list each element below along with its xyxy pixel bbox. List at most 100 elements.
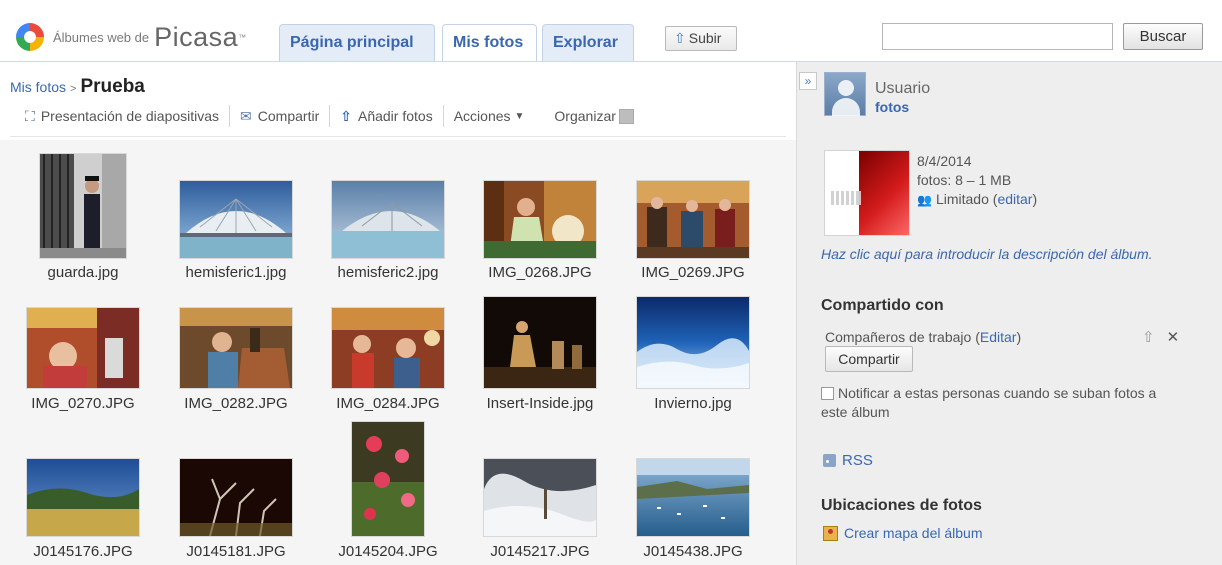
tab-pagina-principal[interactable]: Página principal xyxy=(279,24,435,61)
create-map-link[interactable]: Crear mapa del álbum xyxy=(823,525,983,541)
photo-item[interactable]: IMG_0284.JPG xyxy=(313,282,463,420)
photo-caption[interactable]: IMG_0268.JPG xyxy=(465,264,615,281)
logo-subtitle: Álbumes web de xyxy=(53,29,150,45)
close-icon[interactable]: ✕ xyxy=(1167,329,1180,346)
user-name[interactable]: Usuario xyxy=(875,80,930,98)
organize-button[interactable]: Organizar xyxy=(534,104,643,128)
organize-label: Organizar xyxy=(554,108,616,124)
photo-thumbnail[interactable] xyxy=(27,459,139,536)
search-button[interactable]: Buscar xyxy=(1123,23,1203,50)
photo-item[interactable]: J0145204.JPG xyxy=(313,422,463,565)
logo-trademark: ™ xyxy=(238,32,247,42)
album-sidebar: » Usuario fotos 8/4/2014 fotos: 8 – 1 MB… xyxy=(796,62,1222,565)
photo-caption[interactable]: IMG_0269.JPG xyxy=(618,264,768,281)
photo-thumbnail[interactable] xyxy=(637,181,749,258)
notify-checkbox[interactable] xyxy=(821,387,834,400)
shared-group-name: Compañeros de trabajo xyxy=(825,329,972,345)
photo-caption[interactable]: IMG_0282.JPG xyxy=(161,395,311,412)
photo-caption[interactable]: J0145204.JPG xyxy=(313,543,463,560)
photo-caption[interactable]: IMG_0284.JPG xyxy=(313,395,463,412)
album-main: Mis fotos > Prueba ⛶ Presentación de diapos… xyxy=(0,62,796,565)
rss-icon xyxy=(823,454,836,467)
breadcrumb: Mis fotos > Prueba xyxy=(10,76,145,98)
photo-item[interactable]: IMG_0282.JPG xyxy=(161,282,311,420)
shared-with-row: Compañeros de trabajo (Editar) xyxy=(825,329,1022,345)
map-icon xyxy=(823,526,838,541)
rss-link[interactable]: RSS xyxy=(823,452,873,469)
photo-item[interactable]: hemisferic2.jpg xyxy=(313,140,463,281)
photo-thumbnail[interactable] xyxy=(332,308,444,388)
add-photos-button[interactable]: ⇧ Añadir fotos xyxy=(330,104,442,128)
photo-locations-heading: Ubicaciones de fotos xyxy=(821,497,982,514)
people-icon: 👥 xyxy=(917,193,932,207)
photo-item[interactable]: J0145181.JPG xyxy=(161,422,311,565)
chevron-down-icon: ▼ xyxy=(514,110,525,122)
upload-icon[interactable]: ⇧ xyxy=(1142,329,1155,346)
photo-caption[interactable]: guarda.jpg xyxy=(8,264,158,281)
shared-with-heading: Compartido con xyxy=(821,297,944,314)
photo-item[interactable]: IMG_0270.JPG xyxy=(8,282,158,420)
photo-thumbnail[interactable] xyxy=(484,297,596,388)
album-cover[interactable] xyxy=(824,150,910,236)
collapse-sidebar-button[interactable]: » xyxy=(799,72,817,90)
top-bar: Álbumes web de Picasa ™ Página principal… xyxy=(0,0,1222,62)
toolbar-divider xyxy=(10,136,786,137)
photo-item[interactable]: J0145217.JPG xyxy=(465,422,615,565)
actions-label: Acciones xyxy=(453,108,511,124)
upload-icon: ⇧ xyxy=(674,30,686,46)
photo-caption[interactable]: Invierno.jpg xyxy=(618,395,768,412)
upload-button[interactable]: ⇧ Subir xyxy=(665,26,737,51)
photo-item[interactable]: guarda.jpg xyxy=(8,140,158,281)
photo-caption[interactable]: hemisferic2.jpg xyxy=(313,264,463,281)
tab-mis-fotos[interactable]: Mis fotos xyxy=(442,24,537,62)
avatar[interactable] xyxy=(824,72,866,116)
photo-item[interactable]: J0145438.JPG xyxy=(618,422,768,565)
photo-thumbnail[interactable] xyxy=(352,422,424,536)
photo-item[interactable]: IMG_0269.JPG xyxy=(618,140,768,281)
photo-thumbnail[interactable] xyxy=(484,181,596,258)
photo-thumbnail[interactable] xyxy=(180,308,292,388)
photo-caption[interactable]: Insert-Inside.jpg xyxy=(465,395,615,412)
photo-thumbnail[interactable] xyxy=(180,459,292,537)
photo-item[interactable]: Insert-Inside.jpg xyxy=(465,282,615,420)
edit-visibility-link[interactable]: editar xyxy=(997,191,1032,207)
share-button[interactable]: Compartir xyxy=(825,346,913,372)
photo-caption[interactable]: J0145438.JPG xyxy=(618,543,768,560)
paren-close: ) xyxy=(1032,191,1038,207)
photo-caption[interactable]: J0145217.JPG xyxy=(465,543,615,560)
photo-item[interactable]: J0145176.JPG xyxy=(8,422,158,565)
share-toolbar-label: Compartir xyxy=(257,108,320,124)
upload-arrow-icon: ⇧ xyxy=(340,107,352,124)
photo-thumbnail[interactable] xyxy=(332,181,444,258)
search-input[interactable] xyxy=(882,23,1113,50)
photo-caption[interactable]: J0145176.JPG xyxy=(8,543,158,560)
photo-caption[interactable]: J0145181.JPG xyxy=(161,543,311,560)
photo-thumbnail[interactable] xyxy=(637,459,749,536)
photo-thumbnail[interactable] xyxy=(180,181,292,258)
actions-menu[interactable]: Acciones ▼ xyxy=(444,104,535,128)
user-photos-link[interactable]: fotos xyxy=(875,99,909,115)
photo-item[interactable]: IMG_0268.JPG xyxy=(465,140,615,281)
photo-thumbnail[interactable] xyxy=(27,308,139,388)
rss-label: RSS xyxy=(842,452,873,469)
photo-thumbnail[interactable] xyxy=(484,459,598,536)
shared-actions: ⇧ ✕ xyxy=(1142,328,1179,346)
photo-grid: guarda.jpg hemisferic1.jpg hemisferic2.j… xyxy=(0,140,796,565)
photo-thumbnail[interactable] xyxy=(40,154,126,258)
album-description-link[interactable]: Haz clic aquí para introducir la descrip… xyxy=(821,246,1153,262)
upload-label: Subir xyxy=(688,30,722,46)
edit-sharing-link[interactable]: Editar xyxy=(980,329,1017,345)
album-cover-art xyxy=(859,151,909,235)
breadcrumb-mis-fotos-link[interactable]: Mis fotos xyxy=(10,79,66,95)
album-photo-count: fotos: 8 – 1 MB xyxy=(917,172,1012,188)
picasa-logo[interactable]: Álbumes web de Picasa ™ xyxy=(15,22,246,52)
photo-item[interactable]: hemisferic1.jpg xyxy=(161,140,311,281)
photo-item[interactable]: Invierno.jpg xyxy=(618,282,768,420)
photo-caption[interactable]: hemisferic1.jpg xyxy=(161,264,311,281)
picasa-pinwheel-icon xyxy=(15,22,45,52)
tab-explorar[interactable]: Explorar xyxy=(542,24,634,61)
photo-caption[interactable]: IMG_0270.JPG xyxy=(8,395,158,412)
share-toolbar-button[interactable]: ✉ Compartir xyxy=(230,104,329,128)
photo-thumbnail[interactable] xyxy=(637,297,749,388)
slideshow-button[interactable]: ⛶ Presentación de diapositivas xyxy=(10,104,229,128)
